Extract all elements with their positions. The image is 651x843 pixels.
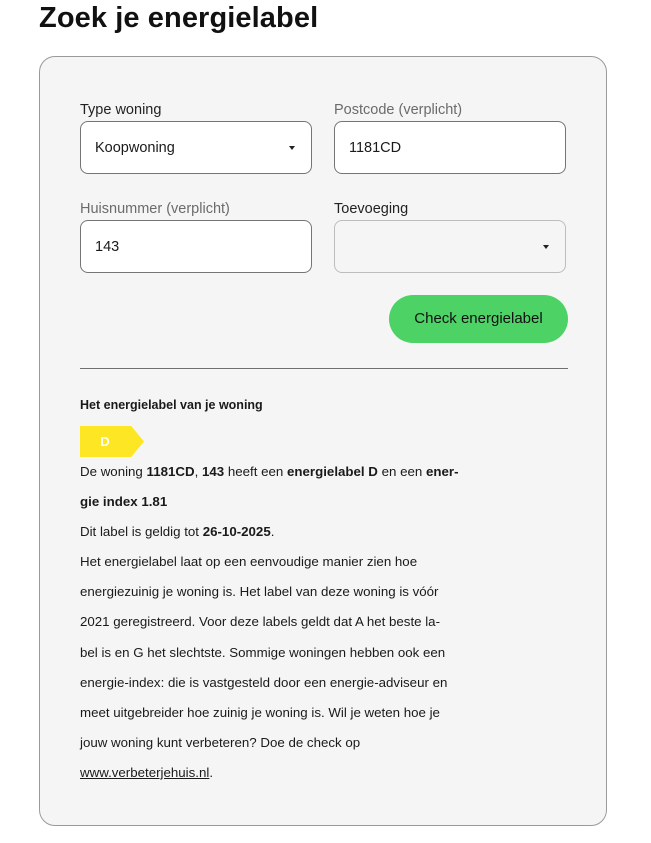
postcode-value: 1181CD xyxy=(349,140,402,156)
chevron-down-icon xyxy=(543,245,549,249)
check-energielabel-button[interactable]: Check energielabel xyxy=(389,295,568,343)
postcode-field[interactable]: 1181CD xyxy=(334,121,566,174)
energielabel-search-card: Type woning Koopwoning Postcode (verplic… xyxy=(39,56,607,826)
huisnummer-value: 143 xyxy=(95,239,120,255)
energy-label-letter: D xyxy=(100,434,110,449)
result-index-phrase-1: ener- xyxy=(425,464,459,479)
energy-label-badge: D xyxy=(80,426,144,457)
huisnummer-field[interactable]: 143 xyxy=(80,220,312,273)
result-valid-date: 26-10-2025 xyxy=(202,524,271,540)
type-woning-select[interactable]: Koopwoning xyxy=(80,121,312,174)
result-summary: De woning 1181CD, 143 heeft een energiel… xyxy=(80,464,459,510)
result-explanation: Het energielabel laat op een eenvoudige … xyxy=(80,554,448,780)
result-postcode: 1181CD xyxy=(146,464,195,479)
page-title: Zoek je energielabel xyxy=(39,2,319,34)
toevoeging-select[interactable] xyxy=(334,220,566,273)
type-woning-value: Koopwoning xyxy=(95,140,175,156)
result-label-phrase: energielabel D xyxy=(287,464,378,479)
toevoeging-label: Toevoeging xyxy=(334,201,409,217)
type-woning-label: Type woning xyxy=(80,102,162,118)
divider xyxy=(80,368,568,369)
result-heading: Het energielabel van je woning xyxy=(80,398,263,412)
verbeterjehuis-link[interactable]: www.verbeterjehuis.nl xyxy=(80,765,209,780)
result-index-phrase-2: gie index 1.81 xyxy=(80,494,168,510)
result-housenumber: 143 xyxy=(201,464,225,479)
huisnummer-label: Huisnummer (verplicht) xyxy=(80,201,230,217)
postcode-label: Postcode (verplicht) xyxy=(334,102,463,118)
page: Zoek je energielabel Type woning Koopwon… xyxy=(0,0,651,843)
result-validity: Dit label is geldig tot 26-10-2025. xyxy=(80,524,275,540)
chevron-down-icon xyxy=(289,146,295,150)
result-description: De woning 1181CD, 143 heeft een energiel… xyxy=(80,457,500,788)
